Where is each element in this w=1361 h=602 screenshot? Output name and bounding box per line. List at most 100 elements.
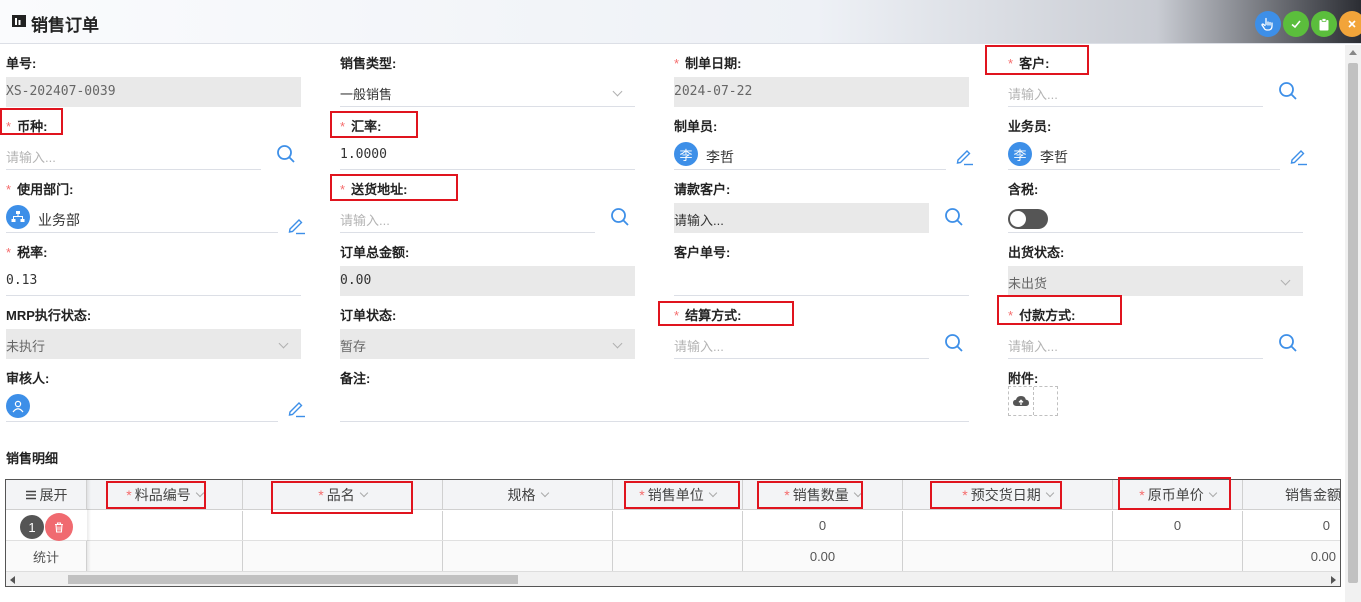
payment-input[interactable]: 请输入... (1008, 329, 1263, 359)
column-header-amount[interactable]: 销售金额 (1243, 480, 1340, 509)
approve-button[interactable] (1283, 11, 1309, 37)
currency-input[interactable]: 请输入... (6, 140, 261, 170)
order-status-field: 订单状态: 暂存 (340, 297, 640, 360)
close-button[interactable] (1339, 11, 1361, 37)
cell-unit-price[interactable]: 0 (1113, 511, 1243, 540)
save-button[interactable] (1311, 11, 1337, 37)
exchange-rate-value: 1.0000 (340, 147, 387, 162)
currency-field: * 币种: 请输入... (6, 108, 306, 171)
tax-included-toggle[interactable] (1008, 209, 1048, 229)
department-field: * 使用部门: 业务部 (6, 171, 306, 235)
chevron-down-icon (359, 488, 368, 497)
order-no-field: 单号: XS-202407-0039 (6, 45, 306, 108)
chevron-down-icon (853, 488, 862, 497)
scroll-up-arrow-icon[interactable] (1349, 50, 1357, 55)
search-icon[interactable] (1278, 81, 1298, 101)
delete-row-button[interactable] (45, 513, 73, 541)
search-icon[interactable] (1278, 333, 1298, 353)
column-header-sales-qty[interactable]: * 销售数量 (743, 480, 903, 509)
details-section-title: 销售明细 (6, 451, 59, 466)
required-mark: * (1139, 486, 1145, 503)
order-no-label: 单号: (6, 56, 37, 71)
horizontal-scrollbar[interactable] (6, 571, 1340, 586)
cell-item-name[interactable] (243, 511, 443, 540)
delivery-address-label: 送货地址: (351, 182, 408, 197)
salesperson-input: 李 李哲 (1008, 140, 1280, 170)
summary-cell (613, 541, 743, 571)
order-status-label: 订单状态: (340, 308, 397, 323)
sales-type-select[interactable]: 一般销售 (340, 77, 635, 107)
chevron-down-icon (708, 488, 717, 497)
column-header-item-code[interactable]: * 料品编号 (87, 480, 243, 509)
summary-cell (87, 541, 243, 571)
summary-label: 统计 (6, 541, 87, 571)
column-label: 品名 (326, 486, 355, 503)
sales-type-value: 一般销售 (340, 87, 393, 102)
search-icon[interactable] (610, 207, 630, 227)
scroll-right-arrow-icon[interactable] (1331, 576, 1336, 584)
sales-type-label: 销售类型: (340, 56, 397, 71)
edit-icon[interactable] (1288, 146, 1308, 166)
remark-input[interactable] (340, 392, 969, 422)
cell-sales-qty[interactable]: 0 (743, 511, 903, 540)
scrollbar-thumb[interactable] (68, 575, 518, 584)
trash-icon (55, 521, 63, 533)
search-icon[interactable] (944, 207, 964, 227)
scrollbar-thumb[interactable] (1348, 63, 1358, 583)
hand-pointer-button[interactable] (1255, 11, 1281, 37)
department-name: 业务部 (38, 212, 80, 228)
required-mark: * (1008, 308, 1014, 323)
required-mark: * (6, 182, 12, 197)
cell-sales-unit[interactable] (613, 511, 743, 540)
scroll-left-arrow-icon[interactable] (10, 576, 15, 584)
cell-value: 0 (818, 518, 827, 533)
search-icon[interactable] (276, 144, 296, 164)
settlement-placeholder: 请输入... (674, 339, 724, 354)
chevron-down-icon (278, 338, 289, 349)
chevron-down-icon (540, 488, 549, 497)
edit-icon[interactable] (286, 398, 306, 418)
cell-amount[interactable]: 0 (1243, 511, 1340, 540)
column-label: 销售数量 (792, 486, 849, 503)
summary-cell (1113, 541, 1243, 571)
settlement-field: * 结算方式: 请输入... (674, 297, 974, 360)
chevron-down-icon (195, 488, 204, 497)
vertical-scrollbar[interactable] (1345, 45, 1361, 602)
column-header-delivery-date[interactable]: * 预交货日期 (903, 480, 1113, 509)
list-icon (25, 490, 36, 499)
sales-type-field: 销售类型: 一般销售 (340, 45, 640, 108)
exchange-rate-input[interactable]: 1.0000 (340, 140, 635, 170)
tax-rate-input[interactable]: 0.13 (6, 266, 301, 296)
edit-icon[interactable] (954, 146, 974, 166)
column-header-unit-price[interactable]: * 原币单价 (1113, 480, 1243, 509)
summary-cell (443, 541, 613, 571)
customer-order-no-input[interactable] (674, 266, 969, 296)
table-row: 1 0 0 0 (6, 511, 1340, 541)
column-header-sales-unit[interactable]: * 销售单位 (613, 480, 743, 509)
remark-label: 备注: (340, 371, 371, 386)
cell-delivery-date[interactable] (903, 511, 1113, 540)
customer-order-no-label: 客户单号: (674, 245, 731, 260)
settlement-input[interactable]: 请输入... (674, 329, 929, 359)
summary-row: 统计 0.00 0.00 (6, 541, 1340, 571)
cell-spec[interactable] (443, 511, 613, 540)
attachment-field: 附件: (1008, 360, 1308, 423)
expand-label: 展开 (39, 486, 68, 503)
column-header-spec[interactable]: 规格 (443, 480, 613, 509)
customer-order-no-field: 客户单号: (674, 234, 974, 297)
reviewer-input (6, 392, 278, 422)
table-header: 展开 * 料品编号 * 品名 规格 * 销售单位 * 销售数量 * 预交货日期 * 原币单价… (6, 480, 1340, 510)
clipboard-icon (1319, 17, 1329, 30)
edit-icon[interactable] (286, 215, 306, 235)
column-header-item-name[interactable]: * 品名 (243, 480, 443, 509)
order-date-input: 2024-07-22 (674, 77, 969, 107)
required-mark: * (6, 119, 12, 134)
customer-input[interactable]: 请输入... (1008, 77, 1263, 107)
upload-area[interactable] (1008, 386, 1058, 416)
cell-item-code[interactable] (87, 511, 243, 540)
search-icon[interactable] (944, 333, 964, 353)
delivery-address-input[interactable]: 请输入... (340, 203, 595, 233)
required-mark: * (962, 486, 968, 503)
required-mark: * (340, 182, 346, 197)
expand-button[interactable]: 展开 (6, 480, 87, 509)
